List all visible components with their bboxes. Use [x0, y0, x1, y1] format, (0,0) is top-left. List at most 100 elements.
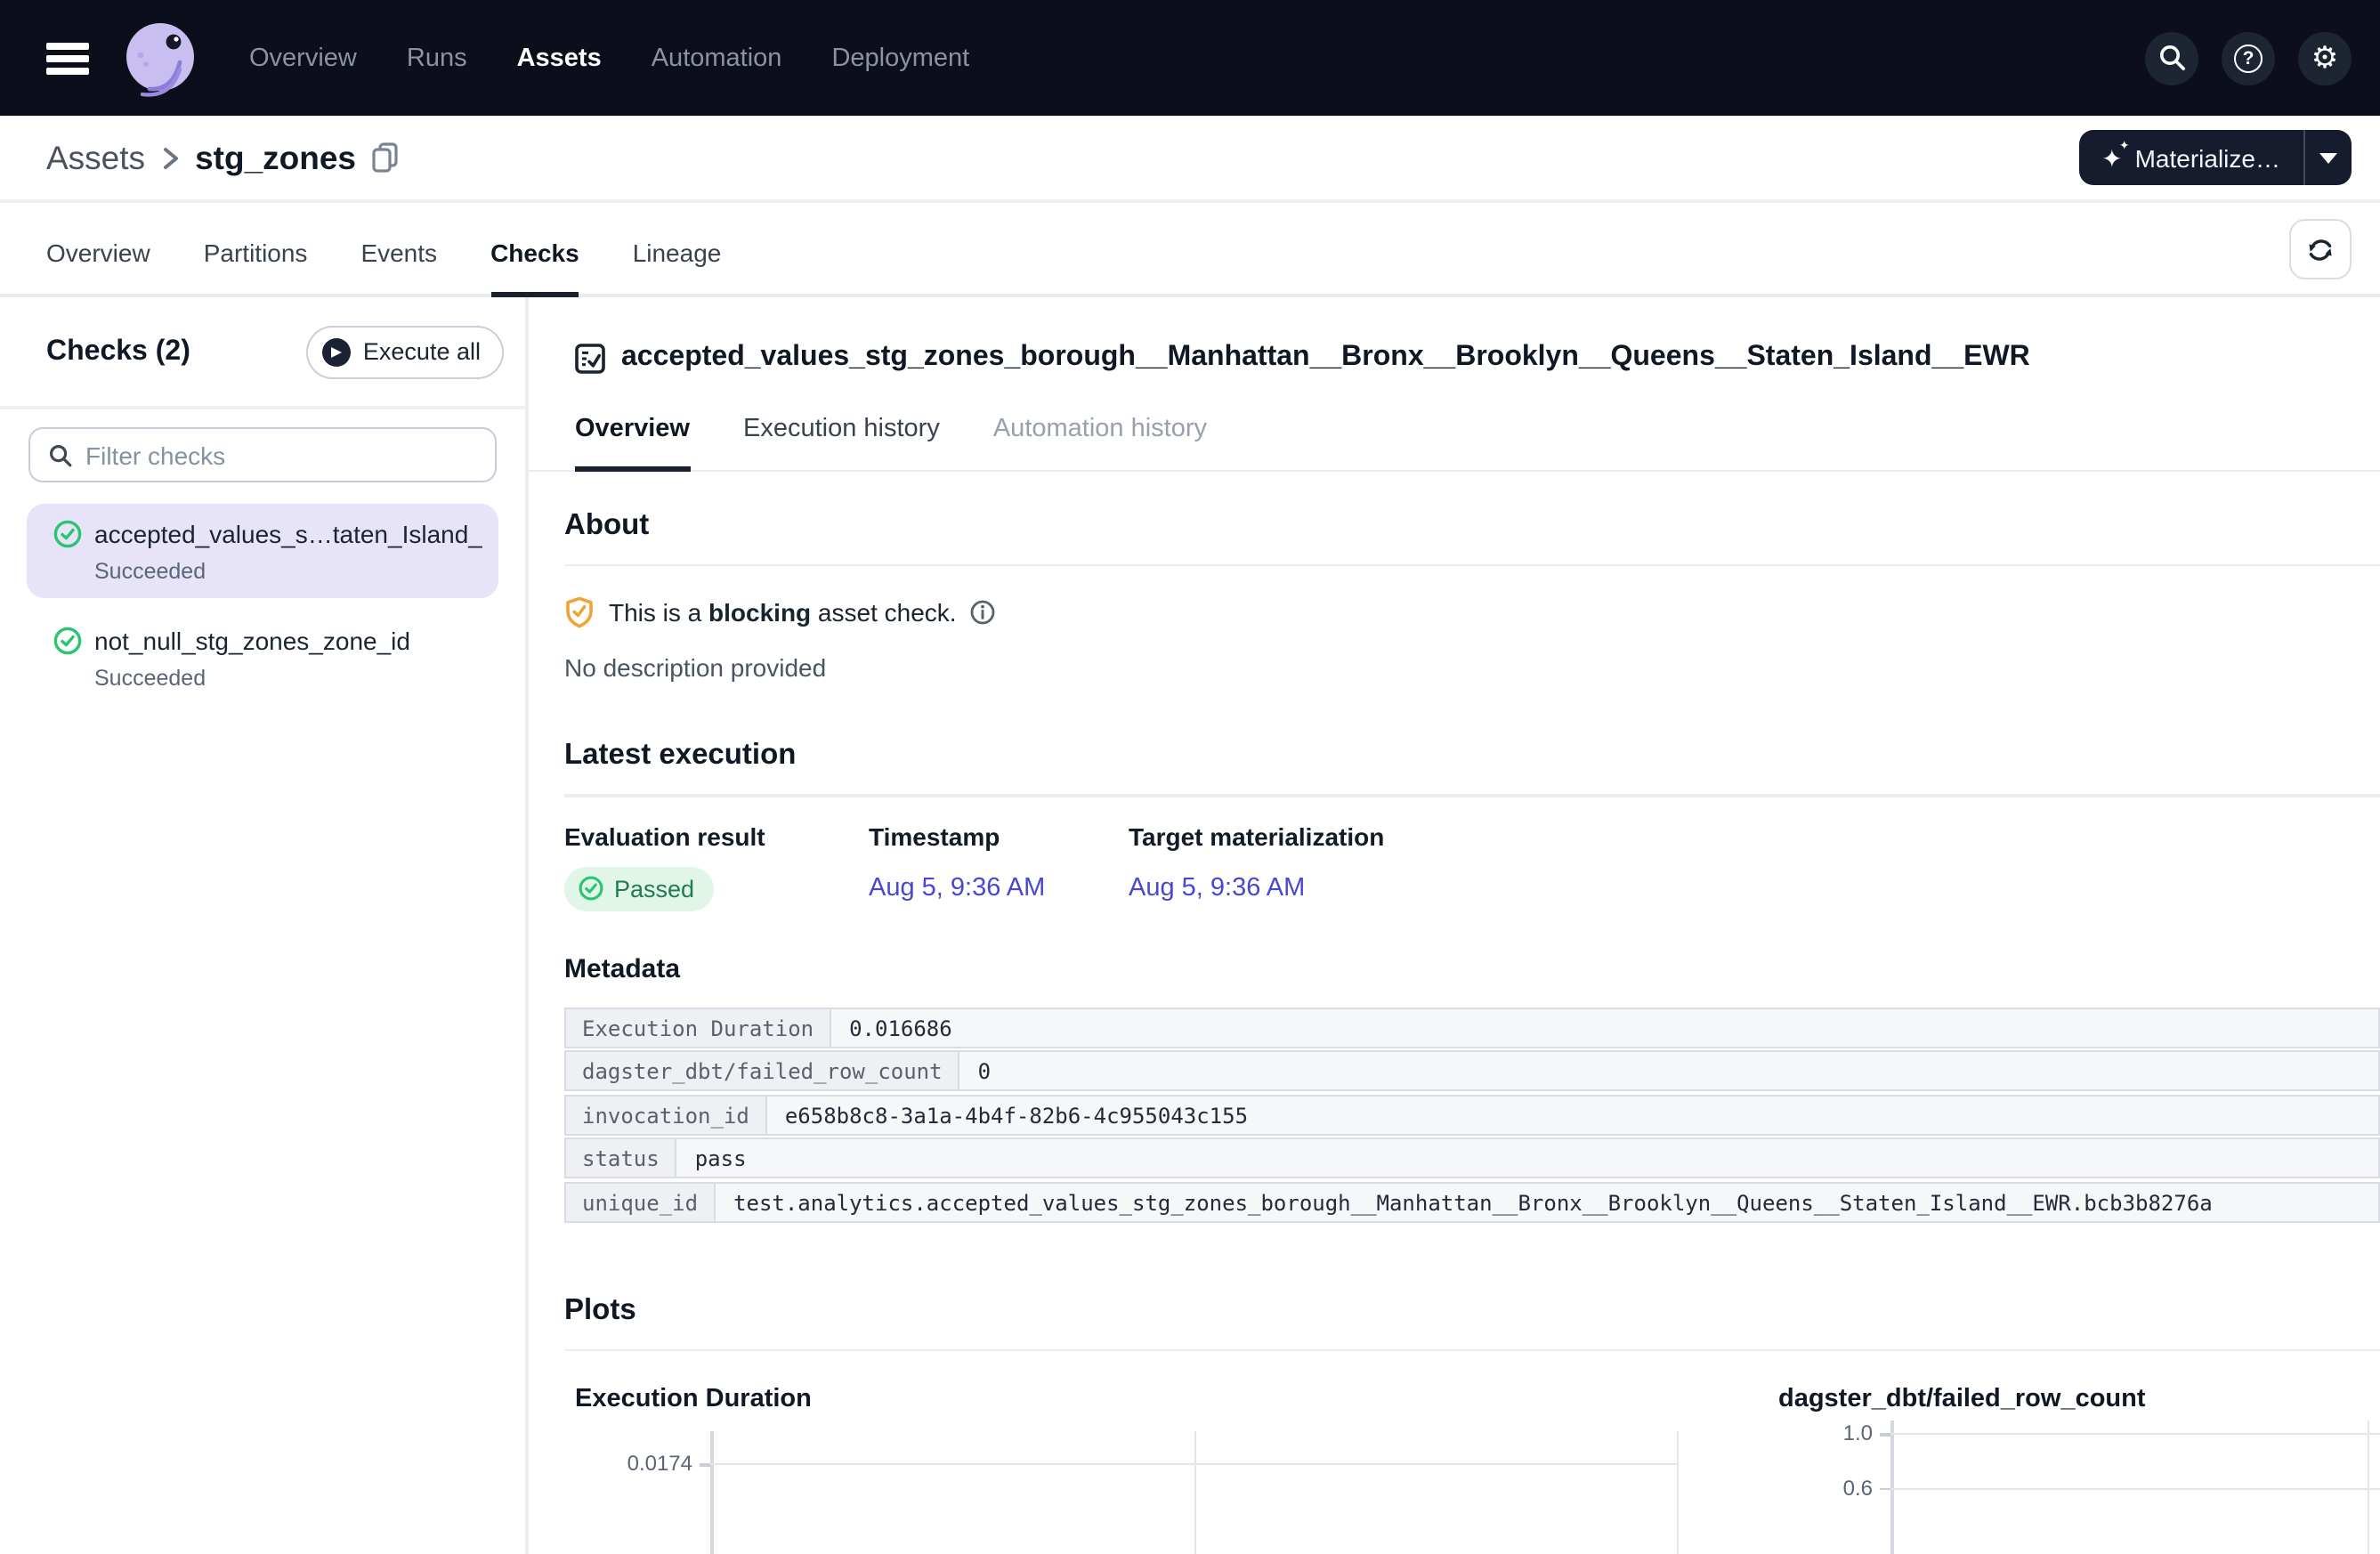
- check-item-name: accepted_values_s…taten_Island_: [94, 518, 482, 550]
- tab-execution-history[interactable]: Execution history: [743, 415, 940, 472]
- table-row: dagster_dbt/failed_row_count 0: [564, 1050, 2380, 1091]
- latest-execution-values: Passed Aug 5, 9:36 AM Aug 5, 9:36 AM: [564, 866, 2380, 911]
- check-detail-panel: accepted_values_stg_zones_borough__Manha…: [529, 297, 2380, 1554]
- horizontal-gridline: [710, 1463, 1677, 1465]
- vertical-gridline: [1677, 1431, 1679, 1554]
- tab-check-overview[interactable]: Overview: [575, 415, 690, 472]
- metadata-key: status: [564, 1137, 677, 1178]
- info-icon[interactable]: [971, 600, 996, 625]
- y-axis-tick: [700, 1463, 710, 1466]
- metadata-value: 0: [960, 1050, 2380, 1091]
- execution-duration-chart: Execution Duration 0.0174: [529, 1351, 1709, 1554]
- blocking-note-text: This is a blocking asset check.: [609, 598, 957, 627]
- metadata-table: Execution Duration 0.016686 dagster_dbt/…: [564, 1007, 2380, 1222]
- nav-item-runs[interactable]: Runs: [407, 44, 467, 72]
- metadata-key: dagster_dbt/failed_row_count: [564, 1050, 960, 1091]
- settings-button[interactable]: ⚙: [2298, 31, 2352, 85]
- tab-automation-history: Automation history: [993, 415, 1207, 472]
- metadata-key: unique_id: [564, 1181, 716, 1222]
- copy-icon: [372, 142, 399, 173]
- chevron-down-icon: [2319, 152, 2337, 163]
- app-window: Overview Runs Assets Automation Deployme…: [0, 0, 2380, 1554]
- y-axis-tick-label: 0.6: [1780, 1475, 1873, 1500]
- horizontal-gridline: [1890, 1433, 2380, 1435]
- metadata-key: invocation_id: [564, 1094, 767, 1135]
- nav-item-overview[interactable]: Overview: [249, 44, 357, 72]
- dagster-logo-icon[interactable]: [117, 15, 203, 101]
- filter-checks-box: [28, 427, 497, 482]
- evaluation-result-label: Passed: [614, 875, 694, 902]
- column-target-materialization: Target materialization: [1129, 822, 1384, 850]
- asset-tabs: Overview Partitions Events Checks Lineag…: [0, 203, 2380, 297]
- latest-execution-section: Latest execution Evaluation result Times…: [564, 739, 2380, 911]
- tab-overview[interactable]: Overview: [46, 239, 150, 297]
- y-axis-tick-label: 0.0174: [564, 1451, 692, 1476]
- chart-title: dagster_dbt/failed_row_count: [1778, 1385, 2380, 1413]
- evaluation-result-badge: Passed: [564, 866, 714, 911]
- blocking-note-row: This is a blocking asset check.: [564, 596, 2380, 628]
- metadata-value: e658b8c8-3a1a-4b4f-82b6-4c955043c155: [767, 1094, 2380, 1135]
- y-axis-tick: [1880, 1433, 1890, 1436]
- horizontal-gridline: [1890, 1487, 2380, 1489]
- table-row: invocation_id e658b8c8-3a1a-4b4f-82b6-4c…: [564, 1094, 2380, 1135]
- tab-partitions[interactable]: Partitions: [204, 239, 308, 297]
- check-item-name: not_null_stg_zones_zone_id: [94, 625, 410, 657]
- nav-item-deployment[interactable]: Deployment: [831, 44, 969, 72]
- checks-sidebar: Checks (2) Execute all accepted_values_s…: [0, 297, 529, 1554]
- tab-checks[interactable]: Checks: [490, 239, 579, 297]
- target-materialization-link[interactable]: Aug 5, 9:36 AM: [1129, 874, 1305, 902]
- execute-all-button[interactable]: Execute all: [306, 325, 504, 378]
- check-list-item-accepted-values[interactable]: accepted_values_s…taten_Island_ Succeede…: [27, 504, 498, 598]
- plots-section: Plots: [564, 1293, 2380, 1351]
- tab-events[interactable]: Events: [360, 239, 437, 297]
- gear-icon: ⚙: [2311, 43, 2339, 73]
- check-success-icon: [53, 520, 82, 548]
- nav-item-assets[interactable]: Assets: [517, 44, 602, 72]
- failed-row-count-chart: dagster_dbt/failed_row_count 1.0 0.6: [1709, 1351, 2380, 1554]
- search-icon: [48, 442, 73, 467]
- check-list: accepted_values_s…taten_Island_ Succeede…: [0, 504, 525, 717]
- divider: [564, 563, 2380, 566]
- filter-checks-input[interactable]: [85, 441, 477, 469]
- execute-all-label: Execute all: [363, 338, 481, 365]
- latest-execution-column-headers: Evaluation result Timestamp Target mater…: [564, 822, 2380, 850]
- vertical-gridline: [1194, 1431, 1196, 1554]
- nav-item-automation[interactable]: Automation: [652, 44, 782, 72]
- copy-asset-name-button[interactable]: [372, 142, 399, 173]
- metadata-section: Metadata Execution Duration 0.016686 dag…: [564, 953, 2380, 1222]
- metadata-value: pass: [677, 1137, 2380, 1178]
- breadcrumb-current-asset: stg_zones: [195, 138, 356, 177]
- breadcrumb-assets-link[interactable]: Assets: [46, 138, 145, 177]
- chart-title: Execution Duration: [575, 1385, 1709, 1413]
- top-nav-links: Overview Runs Assets Automation Deployme…: [249, 44, 969, 72]
- checks-count-heading: Checks (2): [46, 336, 190, 368]
- latest-execution-heading: Latest execution: [564, 739, 2380, 773]
- asset-check-icon: [575, 343, 605, 373]
- column-evaluation-result: Evaluation result: [564, 822, 869, 850]
- help-button[interactable]: ?: [2222, 31, 2275, 85]
- check-title-row: accepted_values_stg_zones_borough__Manha…: [575, 342, 2380, 374]
- search-icon: [2157, 43, 2187, 73]
- timestamp-link[interactable]: Aug 5, 9:36 AM: [869, 874, 1045, 902]
- search-button[interactable]: [2145, 31, 2198, 85]
- metadata-value: 0.016686: [831, 1007, 2380, 1048]
- check-success-icon: [53, 627, 82, 655]
- materialize-dropdown-button[interactable]: [2303, 130, 2352, 185]
- table-row: unique_id test.analytics.accepted_values…: [564, 1181, 2380, 1222]
- materialize-button[interactable]: ✦ Materialize…: [2078, 130, 2303, 185]
- check-item-status: Succeeded: [94, 557, 482, 586]
- check-title: accepted_values_stg_zones_borough__Manha…: [621, 342, 2030, 374]
- y-axis-tick: [1880, 1487, 1890, 1490]
- y-axis-tick-label: 1.0: [1780, 1420, 1873, 1445]
- help-icon: ?: [2234, 44, 2263, 72]
- about-heading: About: [564, 508, 2380, 542]
- refresh-button[interactable]: [2289, 219, 2352, 279]
- asset-header-row: Assets stg_zones ✦ Materialize…: [0, 116, 2380, 203]
- tab-lineage[interactable]: Lineage: [633, 239, 722, 297]
- materialize-button-label: Materialize…: [2135, 143, 2280, 172]
- hamburger-menu-icon[interactable]: [46, 42, 89, 74]
- check-list-item-not-null[interactable]: not_null_stg_zones_zone_id Succeeded: [27, 611, 498, 705]
- check-item-status: Succeeded: [94, 664, 410, 692]
- check-success-icon: [579, 876, 603, 901]
- table-row: Execution Duration 0.016686: [564, 1007, 2380, 1048]
